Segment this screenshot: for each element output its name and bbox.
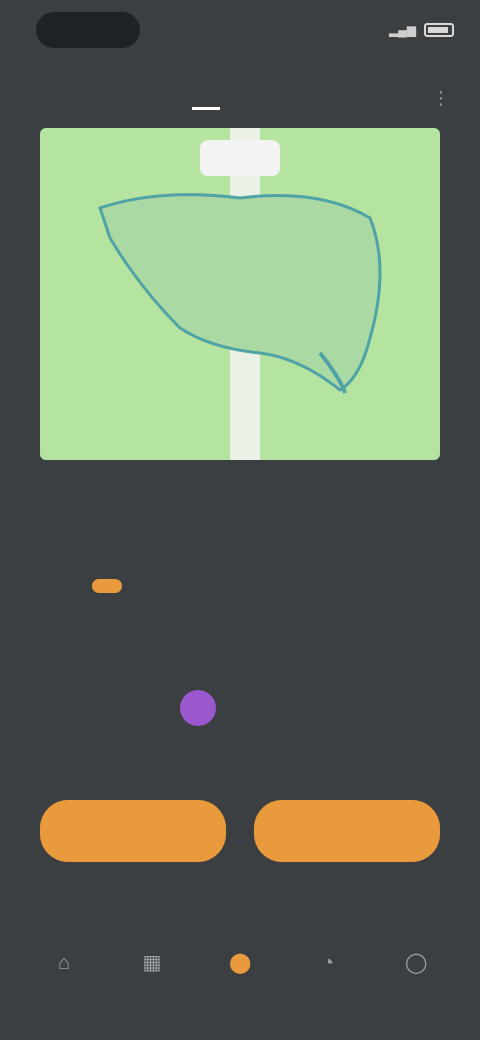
bottom-nav: ⌂ ▦ ⬤ ◔ ◯ xyxy=(0,930,480,1000)
info-row xyxy=(92,572,392,600)
tab-0[interactable] xyxy=(192,87,220,110)
right-action-button[interactable] xyxy=(254,800,440,862)
status-icons: ▂▄▆ xyxy=(381,23,454,37)
nav-item-home[interactable]: ⌂ xyxy=(34,952,94,978)
map-svg xyxy=(98,128,382,460)
nav-item-location[interactable]: ⬤ xyxy=(210,952,270,978)
left-action-button[interactable] xyxy=(40,800,226,862)
top-tabs: ⋮ xyxy=(0,76,480,120)
route-map[interactable] xyxy=(40,128,440,460)
avatar xyxy=(180,690,216,726)
status-bar: ▂▄▆ xyxy=(0,0,480,60)
battery-icon xyxy=(424,23,454,37)
nav-item-chat[interactable]: ◔ xyxy=(298,952,358,978)
location-icon: ⬤ xyxy=(229,952,252,974)
nav-item-profile[interactable]: ◯ xyxy=(386,952,446,978)
grid-icon: ▦ xyxy=(142,952,162,974)
more-icon[interactable]: ⋮ xyxy=(432,88,450,109)
tab-1[interactable] xyxy=(260,88,288,108)
signal-icon: ▂▄▆ xyxy=(389,23,416,37)
nav-item-grid[interactable]: ▦ xyxy=(122,952,182,978)
home-icon: ⌂ xyxy=(57,952,71,974)
chat-icon: ◔ xyxy=(321,952,335,974)
map-badge xyxy=(200,140,280,176)
user-row[interactable] xyxy=(180,690,230,726)
info-indicator-icon xyxy=(92,579,122,593)
status-pill xyxy=(36,12,140,48)
profile-icon: ◯ xyxy=(405,952,428,974)
